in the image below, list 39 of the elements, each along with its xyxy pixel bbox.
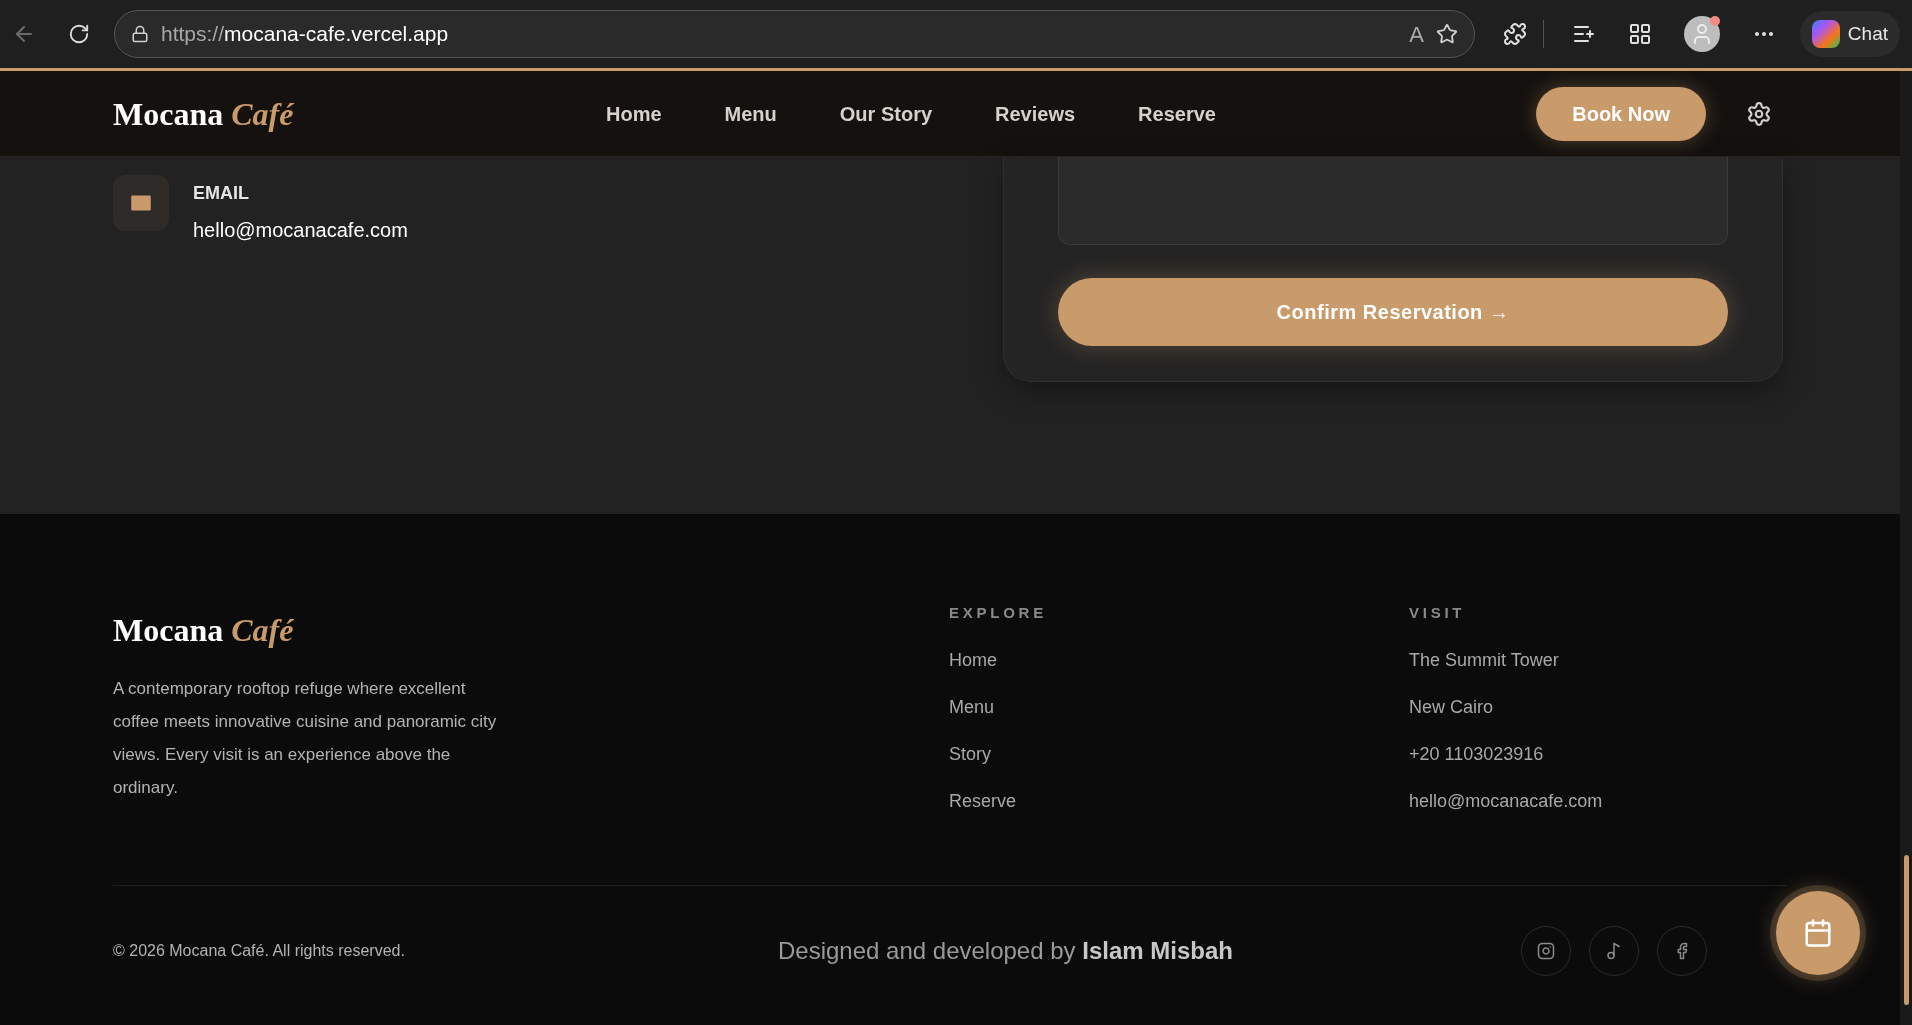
footer-link[interactable]: The Summit Tower <box>1409 646 1869 694</box>
nav-link[interactable]: Home <box>606 98 662 129</box>
footer-logo: Mocana Café <box>113 611 296 650</box>
calendar-icon <box>1803 918 1833 948</box>
footer-link[interactable]: Home <box>949 646 1409 694</box>
footer-column-heading: VISIT <box>1409 603 1467 623</box>
settings-icon[interactable] <box>1746 100 1772 127</box>
read-aloud-button[interactable]: A <box>1409 17 1424 51</box>
footer-link[interactable]: Menu <box>949 693 1409 741</box>
footer-column-heading: EXPLORE <box>949 603 1048 623</box>
nav-link[interactable]: Menu <box>724 98 777 129</box>
favorite-star-icon[interactable] <box>1435 23 1458 45</box>
copilot-logo-icon <box>1811 20 1840 48</box>
chat-button[interactable]: Chat <box>1799 11 1900 57</box>
lock-icon <box>131 25 149 43</box>
profile-avatar[interactable] <box>1683 16 1720 52</box>
footer-about-text: A contemporary rooftop refuge where excellent coffee meets innovative cuisine and panoramic city views. Every visit is an experience above the ordinary. <box>113 678 498 799</box>
site-logo[interactable]: Mocana Café <box>113 89 606 138</box>
extensions-icon[interactable] <box>1502 22 1527 46</box>
footer-link[interactable]: Reserve <box>949 787 1409 835</box>
nav-link[interactable]: Our Story <box>839 98 933 129</box>
contact-email: hello@mocanacafe.com <box>193 218 408 243</box>
instagram-icon <box>1537 941 1555 960</box>
footer-link[interactable]: hello@mocanacafe.com <box>1409 787 1869 835</box>
url-text: https://mocana-cafe.vercel.app <box>161 21 449 48</box>
footer-link[interactable]: New Cairo <box>1409 693 1869 741</box>
floating-reserve-button[interactable] <box>1776 891 1860 975</box>
footer-link[interactable]: +20 1103023916 <box>1409 740 1869 788</box>
nav-link[interactable]: Reviews <box>995 98 1076 129</box>
nav-link[interactable]: Reserve <box>1138 98 1216 129</box>
reload-icon[interactable] <box>68 23 90 45</box>
address-bar[interactable]: https://mocana-cafe.vercel.app A <box>114 10 1475 58</box>
scrollbar[interactable] <box>1900 71 1912 1025</box>
contact-label: EMAIL <box>193 182 250 205</box>
credit-text: Designed and developed by Islam Misbah <box>778 935 1233 966</box>
copyright-text: © 2026 Mocana Café. All rights reserved. <box>113 940 406 961</box>
collections-icon[interactable] <box>1627 22 1652 46</box>
music-note-icon <box>1605 941 1623 960</box>
footer-link[interactable]: Story <box>949 740 1409 788</box>
